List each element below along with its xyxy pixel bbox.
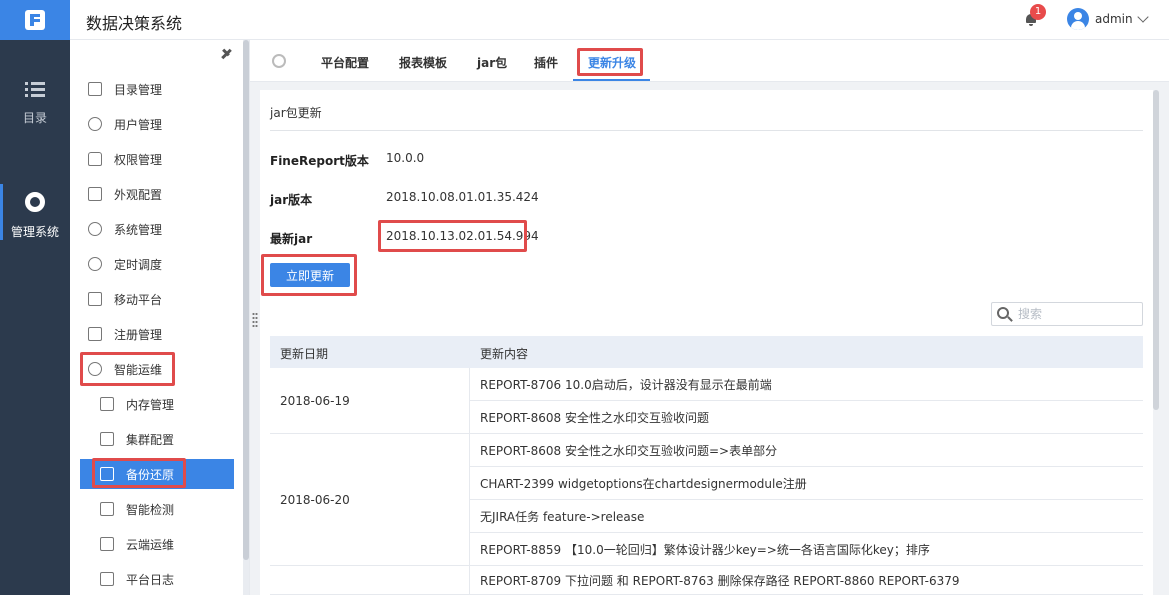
- sidebar-item-label: 注册管理: [114, 327, 163, 342]
- network-icon: [88, 362, 102, 376]
- notification-badge: 1: [1030, 4, 1046, 20]
- jar-version-label: jar版本: [270, 193, 313, 207]
- sidebar-item-label: 定时调度: [114, 257, 163, 272]
- active-tab-indicator: [573, 79, 650, 81]
- server-icon: [100, 432, 114, 446]
- sidebar-item-cloud-ops[interactable]: 云端运维: [100, 529, 230, 559]
- table-cell-content: REPORT-8709 下拉问题 和 REPORT-8763 删除保存路径 RE…: [470, 566, 1143, 595]
- app-logo[interactable]: [0, 0, 70, 40]
- memory-icon: [100, 397, 114, 411]
- rail-item-label: 管理系统: [10, 225, 59, 239]
- table-cell-content: REPORT-8608 安全性之水印交互验收问题: [470, 401, 1143, 434]
- tab-bar: 平台配置 报表模板 jar包 插件 更新升级: [250, 40, 1169, 82]
- sidebar-item-label: 平台日志: [126, 572, 175, 587]
- sidebar-item-permissions[interactable]: 权限管理: [88, 144, 238, 174]
- pin-icon[interactable]: [220, 48, 232, 60]
- list-icon: [25, 82, 45, 98]
- backup-icon: [100, 467, 114, 481]
- divider: [270, 130, 1143, 131]
- latest-jar-label: 最新jar: [270, 232, 313, 246]
- gear-icon: [25, 192, 45, 212]
- sidebar-item-label: 备份还原: [126, 467, 175, 482]
- sidebar-item-ops[interactable]: 智能运维: [88, 354, 238, 384]
- sidebar-item-users[interactable]: 用户管理: [88, 109, 238, 139]
- rail-item-catalog[interactable]: 目录: [0, 82, 70, 126]
- table-cell-content: CHART-2399 widgetoptions在chartdesignermo…: [470, 467, 1143, 500]
- timer-icon: [88, 257, 102, 271]
- table-cell-content: REPORT-8706 10.0启动后，设计器没有显示在最前端: [470, 368, 1143, 401]
- chevron-down-icon[interactable]: [1137, 11, 1149, 23]
- lock-icon: [88, 152, 102, 166]
- table-cell-content: 无JIRA任务 feature->release: [470, 500, 1143, 533]
- sidebar-item-label: 云端运维: [126, 537, 175, 552]
- sidebar-scroll-thumb[interactable]: [243, 40, 249, 560]
- sidebar-item-label: 内存管理: [126, 397, 175, 412]
- sidebar-item-label: 目录管理: [114, 82, 163, 97]
- user-icon: [88, 117, 102, 131]
- sidebar-item-detect[interactable]: 智能检测: [100, 494, 230, 524]
- tab-plugins[interactable]: 插件: [534, 54, 558, 71]
- sidebar-item-label: 外观配置: [114, 187, 163, 202]
- content-scrollbar[interactable]: [1153, 90, 1159, 410]
- gear-icon: [88, 222, 102, 236]
- mobile-icon: [88, 292, 102, 306]
- resize-handle[interactable]: [252, 312, 258, 328]
- register-icon: [88, 327, 102, 341]
- log-icon: [100, 572, 114, 586]
- avatar[interactable]: [1067, 8, 1089, 30]
- table-cell-date: [270, 566, 470, 595]
- search-box[interactable]: [991, 302, 1143, 326]
- app-title: 数据决策系统: [86, 14, 183, 33]
- table-cell-date: 2018-06-20: [270, 434, 470, 566]
- tab-update-upgrade[interactable]: 更新升级: [588, 54, 636, 71]
- tab-jar[interactable]: jar包: [477, 54, 507, 71]
- monitor-icon: [100, 502, 114, 516]
- sidebar-item-label: 权限管理: [114, 152, 163, 167]
- rail-item-label: 目录: [22, 111, 47, 125]
- fr-version-value: 10.0.0: [386, 151, 425, 165]
- user-name[interactable]: admin: [1095, 12, 1133, 26]
- sidebar-item-backup[interactable]: 备份还原: [80, 459, 234, 489]
- section-title: jar包更新: [270, 106, 322, 120]
- search-icon: [997, 307, 1009, 319]
- cloud-monitor-icon: [100, 537, 114, 551]
- logo-icon: [25, 10, 45, 30]
- update-now-button[interactable]: 立即更新: [270, 263, 350, 287]
- sidebar-item-catalog-manage[interactable]: 目录管理: [88, 74, 238, 104]
- left-rail: 目录 管理系统: [0, 0, 70, 595]
- sidebar-item-schedule[interactable]: 定时调度: [88, 249, 238, 279]
- sidebar-item-mobile[interactable]: 移动平台: [88, 284, 238, 314]
- column-header-date: 更新日期: [270, 336, 470, 368]
- sidebar-item-label: 系统管理: [114, 222, 163, 237]
- sidebar-item-memory[interactable]: 内存管理: [100, 389, 230, 419]
- sidebar-item-logs[interactable]: 平台日志: [100, 564, 230, 594]
- tab-platform-config[interactable]: 平台配置: [321, 54, 369, 71]
- sidebar-item-label: 智能检测: [126, 502, 175, 517]
- search-input[interactable]: [1018, 305, 1138, 323]
- gear-icon[interactable]: [272, 54, 286, 68]
- sidebar-item-label: 用户管理: [114, 117, 163, 132]
- fr-version-label: FineReport版本: [270, 154, 369, 168]
- sidebar-item-register[interactable]: 注册管理: [88, 319, 238, 349]
- top-header: 数据决策系统 1 admin: [70, 0, 1169, 40]
- sidebar-item-cluster[interactable]: 集群配置: [100, 424, 230, 454]
- sidebar-item-label: 移动平台: [114, 292, 163, 307]
- paint-roller-icon: [88, 187, 102, 201]
- jar-version-value: 2018.10.08.01.01.35.424: [386, 190, 539, 204]
- rail-item-admin[interactable]: 管理系统: [0, 184, 70, 240]
- table-cell-content: REPORT-8859 【10.0一轮回归】繁体设计器少key=>统一各语言国际…: [470, 533, 1143, 566]
- column-header-content: 更新内容: [470, 336, 1143, 368]
- sidebar-item-label: 智能运维: [114, 362, 163, 377]
- table-cell-content: REPORT-8608 安全性之水印交互验收问题=>表单部分: [470, 434, 1143, 467]
- sidebar-item-label: 集群配置: [126, 432, 175, 447]
- sidebar-item-appearance[interactable]: 外观配置: [88, 179, 238, 209]
- tab-report-templates[interactable]: 报表模板: [399, 54, 447, 71]
- sidebar-item-system[interactable]: 系统管理: [88, 214, 238, 244]
- table-cell-date: 2018-06-19: [270, 368, 470, 434]
- latest-jar-value: 2018.10.13.02.01.54.994: [386, 229, 539, 243]
- list-icon: [88, 82, 102, 96]
